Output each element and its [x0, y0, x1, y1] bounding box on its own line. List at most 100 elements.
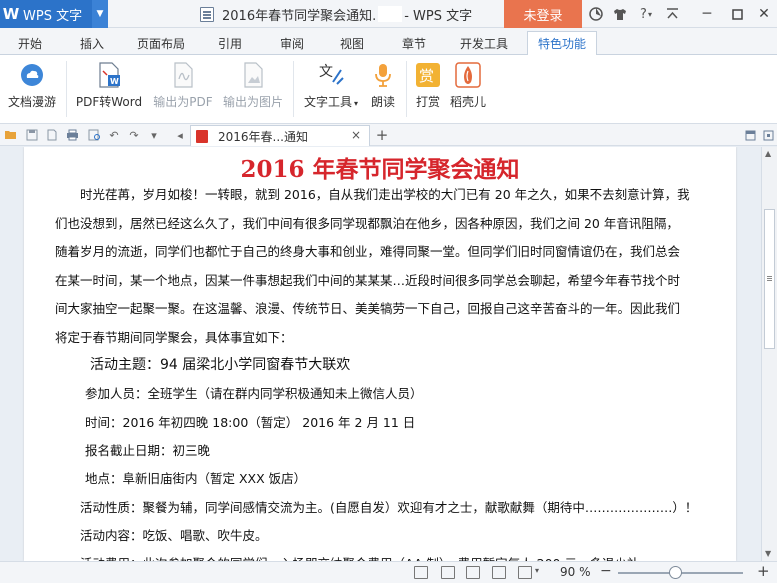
reading-view-icon[interactable]	[518, 566, 532, 579]
wps-logo: W	[2, 5, 20, 23]
text-tools-icon: 文	[317, 59, 345, 91]
print-preview-icon[interactable]	[86, 127, 102, 143]
window-title: 2016年春节同学聚会通知. - WPS 文字	[200, 0, 472, 28]
ribbon-tabs: 开始 插入 页面布局 引用 审阅 视图 章节 开发工具 特色功能	[0, 28, 777, 56]
export-image-icon	[240, 59, 266, 91]
outline-view-icon[interactable]	[466, 566, 480, 579]
close-window-button[interactable]: ✕	[749, 0, 777, 28]
ribbon-panel: 文档漫游 W PDF转Word 输出为PDF 输出为图片 文 文字工具 ▾ 朗读 …	[0, 55, 777, 124]
scroll-up-icon[interactable]: ▲	[765, 149, 771, 158]
pdf-to-word-label: PDF转Word	[75, 95, 143, 109]
event-location: 地点：阜新旧庙街内（暂定 XXX 饭店）	[85, 471, 307, 486]
wps-doc-icon	[196, 129, 208, 143]
event-time: 时间：2016 年初四晚 18:00（暂定） 2016 年 2 月 11 日	[85, 415, 416, 430]
tab-insert[interactable]: 插入	[70, 32, 114, 55]
export-image-button[interactable]: 输出为图片	[220, 59, 286, 119]
chevron-down-icon[interactable]: ▼	[92, 0, 108, 28]
app-name: WPS 文字	[23, 8, 83, 24]
microphone-icon	[372, 59, 394, 91]
tab-list-icon[interactable]	[742, 127, 758, 143]
save-icon[interactable]	[24, 127, 40, 143]
quick-access-bar: ↶ ↷ ▾ ◂ 2016年春...通知 × +	[0, 124, 777, 146]
pdf-to-word-icon: W	[96, 59, 122, 91]
chevron-down-icon: ▾	[354, 99, 359, 108]
document-tab[interactable]: 2016年春...通知 ×	[190, 125, 370, 146]
daoke-icon	[455, 59, 481, 91]
event-nature: 活动性质：聚餐为辅，同学间感情交流为主。(自愿自发）欢迎有才之士，献歌献舞（期待…	[80, 500, 698, 515]
document-page[interactable]: 2016 年春节同学聚会通知 时光荏苒，岁月如梭！一转眼，就到 2016，自从我…	[24, 147, 736, 561]
document-area[interactable]: 2016 年春节同学聚会通知 时光荏苒，岁月如梭！一转眼，就到 2016，自从我…	[0, 147, 761, 561]
tab-developer[interactable]: 开发工具	[452, 32, 516, 55]
reward-icon: 赏	[415, 59, 441, 91]
minimize-button[interactable]: ─	[692, 0, 722, 28]
event-deadline: 报名截止日期：初三晚	[85, 443, 211, 458]
tab-menu-icon[interactable]	[760, 127, 776, 143]
tab-view[interactable]: 视图	[330, 32, 374, 55]
cloud-icon	[19, 59, 45, 91]
export-image-label: 输出为图片	[222, 95, 283, 109]
svg-text:W: W	[110, 77, 119, 86]
redo-icon[interactable]: ↷	[126, 127, 142, 143]
web-view-icon[interactable]	[492, 566, 506, 579]
collapse-ribbon-icon[interactable]	[660, 0, 684, 28]
zoom-level: 90 %	[560, 565, 591, 579]
document-icon	[200, 6, 214, 22]
daoke-label: 稻壳儿	[449, 95, 486, 109]
close-icon[interactable]: ×	[351, 128, 361, 142]
read-aloud-label: 朗读	[370, 95, 395, 109]
page-view-icon[interactable]	[441, 566, 455, 579]
export-pdf-icon	[170, 59, 196, 91]
text-tools-label: 文字工具 ▾	[303, 95, 359, 109]
tab-references[interactable]: 引用	[208, 32, 252, 55]
export-pdf-button[interactable]: 输出为PDF	[150, 59, 216, 119]
window-title-prefix: 2016年春节同学聚会通知.	[222, 8, 377, 24]
export-icon[interactable]	[44, 127, 60, 143]
tab-review[interactable]: 审阅	[270, 32, 314, 55]
tab-special-features[interactable]: 特色功能	[527, 31, 597, 56]
zoom-in-button[interactable]: +	[757, 562, 770, 580]
maximize-button[interactable]	[722, 0, 752, 28]
scroll-down-icon[interactable]: ▼	[765, 549, 771, 558]
login-button[interactable]: 未登录	[504, 0, 582, 28]
status-bar: ▾ 90 % − +	[0, 561, 777, 583]
paragraph-line: 随着岁月的流逝，同学们也都忙于自己的终身大事和创业，难得同聚一堂。但同学们旧时同…	[55, 244, 681, 259]
new-tab-icon[interactable]: +	[374, 126, 390, 144]
print-icon[interactable]	[64, 127, 80, 143]
svg-text:赏: 赏	[419, 67, 434, 85]
tab-page-layout[interactable]: 页面布局	[130, 32, 192, 55]
reward-label: 打赏	[415, 95, 440, 109]
quick-access-menu-icon[interactable]: ▾	[146, 127, 162, 143]
redacted-region	[378, 6, 403, 22]
wps-menu-button[interactable]: W WPS 文字 ▼	[0, 0, 108, 28]
skin-icon[interactable]	[584, 0, 608, 28]
tab-start[interactable]: 开始	[8, 32, 52, 55]
event-participants: 参加人员：全班学生（请在群内同学积极通知未上微信人员）	[85, 386, 423, 401]
scrollbar-thumb[interactable]	[764, 209, 775, 349]
paragraph-line: 将定于春节期间同学聚会，具体事宜如下：	[55, 329, 293, 345]
vertical-scrollbar[interactable]: ▲ ▼	[761, 147, 777, 561]
document-tab-name: 2016年春...通知	[218, 129, 308, 144]
shirt-icon[interactable]	[608, 0, 632, 28]
daoke-button[interactable]: 稻壳儿	[448, 59, 488, 119]
read-aloud-button[interactable]: 朗读	[366, 59, 400, 119]
doc-roam-button[interactable]: 文档漫游	[4, 59, 60, 119]
tab-scroll-left-icon[interactable]: ◂	[172, 127, 188, 143]
reward-button[interactable]: 赏 打赏	[412, 59, 444, 119]
svg-text:文: 文	[319, 64, 333, 80]
pdf-to-word-button[interactable]: W PDF转Word	[74, 59, 144, 119]
paragraph-line: 们也没想到，居然已经这么久了，我们中间有很多同学现都飘泊在他乡，因各种原因，我们…	[55, 215, 679, 231]
chevron-down-icon[interactable]: ▾	[535, 566, 539, 575]
paragraph-line: 在某一时间，某一个地点，因某一件事想起我们中间的某某某…近段时间很多同学总会聊起…	[55, 272, 681, 288]
fullscreen-view-icon[interactable]	[414, 566, 428, 579]
zoom-slider-thumb[interactable]	[669, 566, 682, 579]
document-title: 2016 年春节同学聚会通知	[240, 156, 520, 183]
doc-roam-label: 文档漫游	[7, 95, 56, 109]
event-content: 活动内容：吃饭、唱歌、吹牛皮。	[80, 528, 268, 543]
text-tools-button[interactable]: 文 文字工具 ▾	[300, 59, 362, 119]
open-folder-icon[interactable]	[3, 127, 19, 143]
tab-chapter[interactable]: 章节	[392, 32, 436, 55]
intro-paragraph: 时光荏苒，岁月如梭！一转眼，就到 2016，自从我们走出学校的大门已有 20 年…	[55, 181, 690, 352]
zoom-out-button[interactable]: −	[600, 563, 612, 579]
undo-icon[interactable]: ↶	[106, 127, 122, 143]
help-icon[interactable]: ? ▾	[632, 0, 660, 28]
